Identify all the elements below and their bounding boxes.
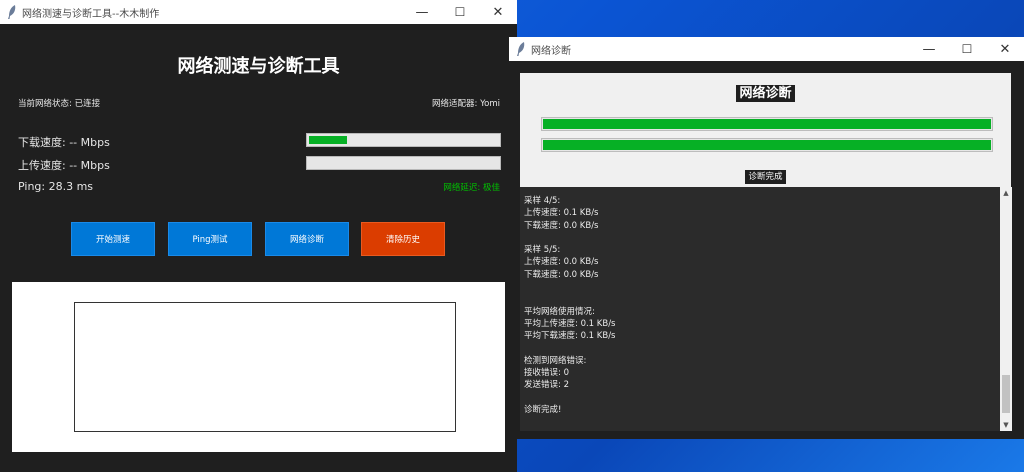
minimize-button[interactable]: —: [910, 37, 948, 61]
download-progress-fill: [309, 136, 347, 144]
diagnostic-window: 网络诊断 — ☐ ✕ 网络诊断 诊断完成 采样 4/5: 上传速度: 0.1 KB…: [509, 37, 1024, 439]
log-line: 发送错误: 2: [524, 380, 569, 391]
network-status-label: 当前网络状态: 已连接: [18, 99, 101, 109]
diagnostic-heading-text: 网络诊断: [736, 85, 795, 102]
log-line: 平均上传速度: 0.1 KB/s: [524, 318, 616, 329]
log-line: 接收错误: 0: [524, 368, 569, 379]
feather-icon: [8, 5, 16, 19]
upload-progress-bar: [306, 156, 501, 170]
scroll-down-arrow-icon[interactable]: ▼: [1000, 419, 1012, 431]
main-window: 网络测速与诊断工具--木木制作 — ☐ ✕ 网络测速与诊断工具 当前网络状态: …: [0, 0, 517, 472]
close-button[interactable]: ✕: [479, 0, 517, 24]
scrollbar-thumb[interactable]: [1002, 375, 1010, 413]
download-speed-label: 下载速度: -- Mbps: [18, 136, 110, 149]
diagnostic-log-textarea[interactable]: 采样 4/5: 上传速度: 0.1 KB/s 下载速度: 0.0 KB/s 采样 5/…: [520, 187, 1000, 431]
diagnostic-progress-bar-2: [541, 138, 993, 152]
log-line: 下载速度: 0.0 KB/s: [524, 220, 599, 231]
close-button[interactable]: ✕: [986, 37, 1024, 61]
ping-label: Ping: 28.3 ms: [18, 180, 94, 193]
start-test-button[interactable]: 开始测速: [71, 222, 155, 256]
network-diagnose-button[interactable]: 网络诊断: [265, 222, 349, 256]
log-line: 平均网络使用情况:: [524, 306, 595, 317]
diagnostic-progress-bar-1: [541, 117, 993, 131]
diagnostic-progress-fill-2: [543, 140, 991, 150]
log-line: 上传速度: 0.0 KB/s: [524, 257, 599, 268]
download-progress-bar: [306, 133, 501, 147]
history-chart-canvas: [74, 302, 456, 432]
log-line: 下载速度: 0.0 KB/s: [524, 269, 599, 280]
diagnostic-status-text: 诊断完成: [745, 170, 786, 184]
log-line: 采样 4/5:: [524, 196, 561, 206]
diagnostic-heading: 网络诊断: [520, 82, 1011, 102]
diagnostic-progress-fill-1: [543, 119, 991, 129]
log-scrollbar[interactable]: ▲ ▼: [1000, 187, 1012, 431]
main-window-title: 网络测速与诊断工具--木木制作: [22, 9, 160, 20]
log-line: 平均下载速度: 0.1 KB/s: [524, 331, 616, 342]
app-title: 网络测速与诊断工具: [177, 56, 340, 77]
minimize-button[interactable]: —: [403, 0, 441, 24]
clear-history-button[interactable]: 清除历史: [361, 222, 445, 256]
log-line: 诊断完成!: [524, 405, 562, 416]
feather-icon: [517, 42, 525, 56]
latency-status-label: 网络延迟: 极佳: [443, 183, 500, 193]
history-panel: [12, 282, 505, 452]
diagnostic-header-panel: 网络诊断 诊断完成: [520, 73, 1011, 187]
ping-test-button[interactable]: Ping测试: [168, 222, 252, 256]
maximize-button[interactable]: ☐: [948, 37, 986, 61]
maximize-button[interactable]: ☐: [441, 0, 479, 24]
diagnostic-window-title: 网络诊断: [531, 46, 571, 57]
upload-speed-label: 上传速度: -- Mbps: [18, 159, 110, 172]
log-line: 检测到网络错误:: [524, 355, 587, 366]
diagnostic-status: 诊断完成: [520, 164, 1011, 184]
log-line: 采样 5/5:: [524, 245, 561, 256]
diagnostic-titlebar[interactable]: 网络诊断 — ☐ ✕: [509, 37, 1024, 61]
main-titlebar[interactable]: 网络测速与诊断工具--木木制作 — ☐ ✕: [0, 0, 517, 24]
network-adapter-label: 网络适配器: Yomi: [432, 99, 500, 109]
scroll-up-arrow-icon[interactable]: ▲: [1000, 187, 1012, 199]
log-line: 上传速度: 0.1 KB/s: [524, 208, 599, 219]
